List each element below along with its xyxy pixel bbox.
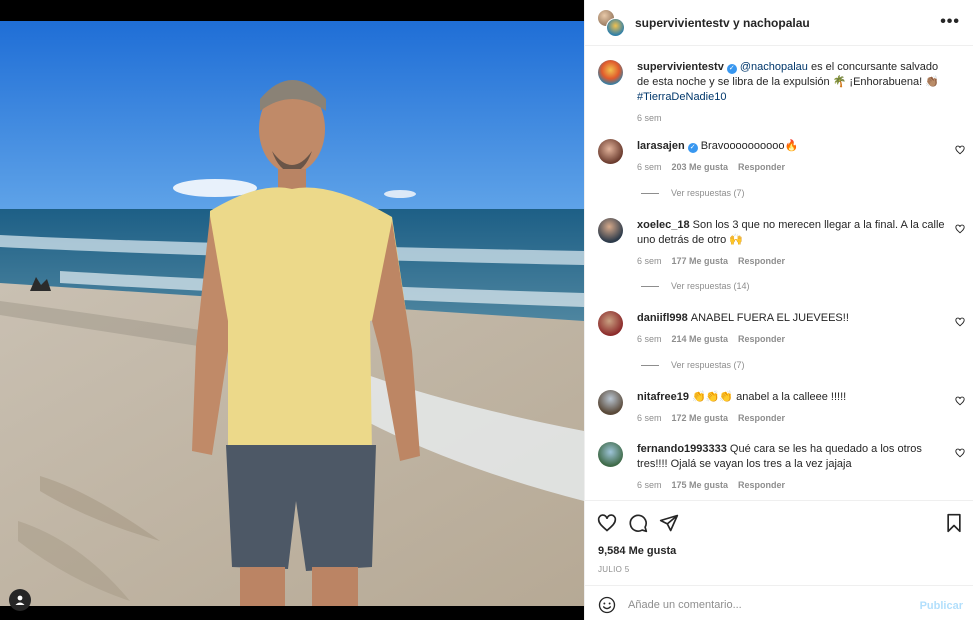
- reply-button[interactable]: Responder: [738, 334, 785, 344]
- post-actions: 9,584 Me gusta JULIO 5: [585, 501, 973, 586]
- post-sidebar: supervivientestv y nachopalau ••• superv…: [584, 0, 973, 620]
- heart-icon[interactable]: [955, 224, 965, 234]
- emoji-icon[interactable]: [598, 596, 616, 614]
- comment-time: 6 sem: [637, 256, 662, 266]
- avatar[interactable]: [598, 390, 623, 415]
- send-icon[interactable]: [659, 513, 679, 533]
- hashtag-link[interactable]: #TierraDeNadie10: [637, 91, 726, 103]
- comment-time: 6 sem: [637, 480, 662, 490]
- caption-username[interactable]: supervivientestv: [637, 61, 724, 73]
- comments-list[interactable]: supervivientestv ✓ @nachopalau es el concu…: [585, 46, 973, 501]
- post-header: supervivientestv y nachopalau •••: [585, 0, 973, 46]
- heart-icon[interactable]: [955, 317, 965, 327]
- heart-icon[interactable]: [955, 396, 965, 406]
- verified-icon: ✓: [687, 143, 698, 153]
- comment-likes[interactable]: 177 Me gusta: [672, 256, 729, 266]
- comment-username[interactable]: daniifl998: [637, 312, 688, 324]
- comment-input[interactable]: [628, 596, 908, 613]
- comment-username[interactable]: fernando1993333: [637, 443, 727, 455]
- comment-time: 6 sem: [637, 162, 662, 172]
- comment-username[interactable]: xoelec_18: [637, 219, 690, 231]
- heart-icon[interactable]: [955, 448, 965, 458]
- comment-username[interactable]: larasajen: [637, 140, 685, 152]
- comment-time: 6 sem: [637, 413, 662, 423]
- comment-username[interactable]: nitafree19: [637, 391, 689, 403]
- publish-button[interactable]: Publicar: [920, 600, 963, 612]
- comment-likes[interactable]: 172 Me gusta: [672, 413, 729, 423]
- verified-icon: ✓: [726, 64, 737, 74]
- post-date: JULIO 5: [598, 565, 630, 574]
- view-replies-button[interactable]: Ver respuestas (14): [641, 281, 750, 291]
- post-authors[interactable]: supervivientestv y nachopalau: [635, 16, 810, 30]
- more-horizontal-icon[interactable]: •••: [940, 14, 960, 30]
- comment-text: Bravoooooooooo🔥: [700, 140, 799, 152]
- view-replies-button[interactable]: Ver respuestas (7): [641, 360, 745, 370]
- avatar[interactable]: [598, 442, 623, 467]
- heart-icon[interactable]: [955, 145, 965, 155]
- comment-likes[interactable]: 175 Me gusta: [672, 480, 729, 490]
- comment-text: ANABEL FUERA EL JUEVEES!!: [690, 312, 849, 324]
- avatar: [606, 17, 625, 37]
- view-replies-button[interactable]: Ver respuestas (7): [641, 188, 745, 198]
- post-media: [0, 0, 584, 620]
- user-icon: [15, 595, 25, 605]
- avatar[interactable]: [598, 139, 623, 164]
- collab-avatars[interactable]: [597, 8, 625, 37]
- caption-time: 6 sem: [637, 113, 662, 123]
- avatar[interactable]: [598, 218, 623, 243]
- reply-button[interactable]: Responder: [738, 162, 785, 172]
- comment-likes[interactable]: 203 Me gusta: [672, 162, 729, 172]
- reply-button[interactable]: Responder: [738, 413, 785, 423]
- comment-text: 👏👏👏 anabel a la calleee !!!!!: [691, 391, 847, 403]
- avatar[interactable]: [598, 311, 623, 336]
- bookmark-icon[interactable]: [944, 513, 964, 533]
- heart-icon[interactable]: [597, 513, 617, 533]
- post-photo[interactable]: [0, 21, 584, 606]
- comment-composer: Publicar: [585, 588, 973, 620]
- reply-button[interactable]: Responder: [738, 256, 785, 266]
- likes-count[interactable]: 9,584 Me gusta: [598, 545, 676, 557]
- post-modal: supervivientestv y nachopalau ••• superv…: [0, 0, 973, 620]
- comment-time: 6 sem: [637, 334, 662, 344]
- user-tag-button[interactable]: [9, 589, 31, 611]
- comment-icon[interactable]: [628, 513, 648, 533]
- mention-link[interactable]: @nachopalau: [740, 61, 808, 73]
- avatar[interactable]: [598, 60, 623, 85]
- reply-button[interactable]: Responder: [738, 480, 785, 490]
- comment-likes[interactable]: 214 Me gusta: [672, 334, 729, 344]
